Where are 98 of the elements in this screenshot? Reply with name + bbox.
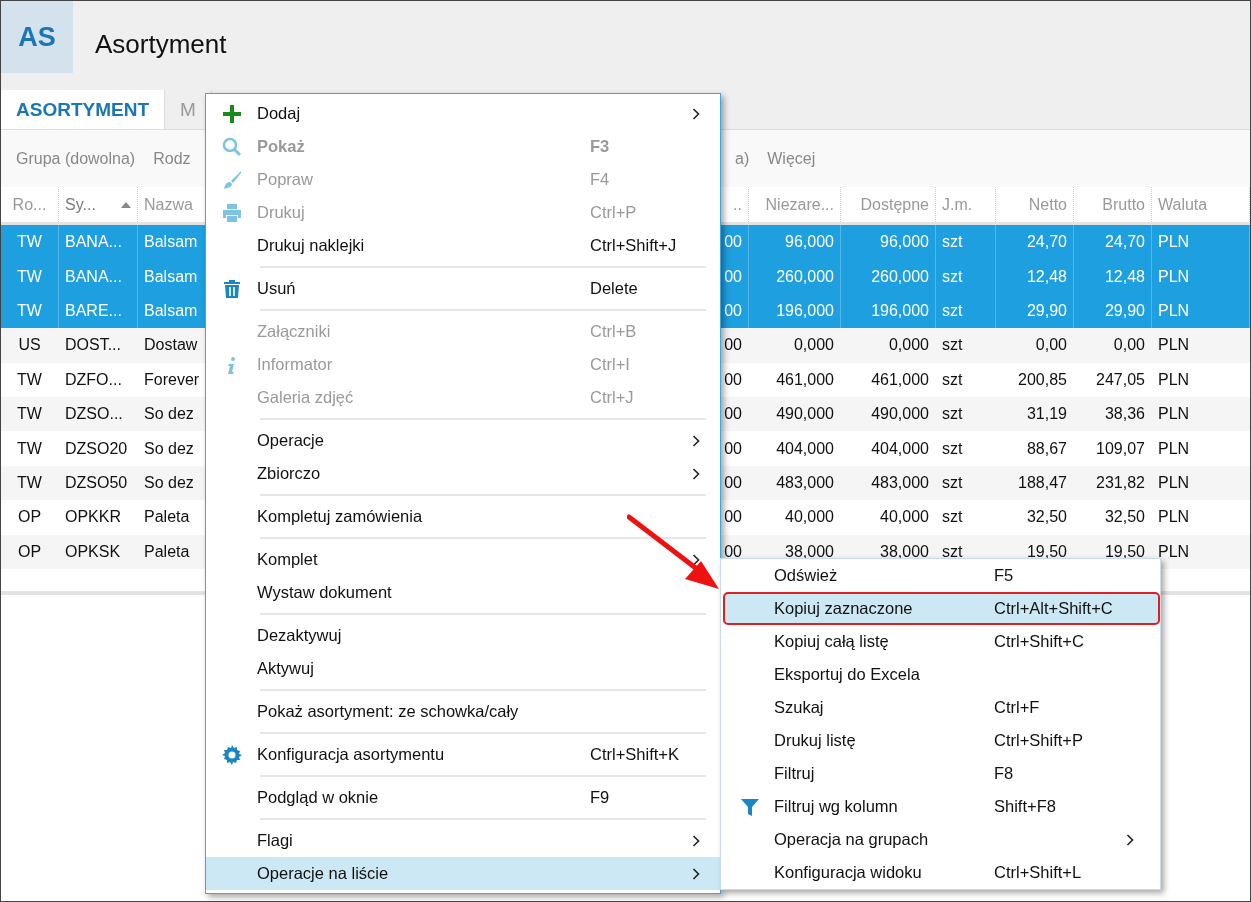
- table-cell-text: OP: [16, 541, 43, 562]
- table-cell-text: OPKKR: [64, 507, 122, 528]
- shortcut-label: Ctrl+B: [590, 322, 638, 341]
- table-cell-text: szt: [941, 404, 964, 425]
- table-cell-text: DZSO50: [64, 472, 129, 493]
- table-cell: TW: [1, 259, 59, 294]
- shortcut-label: Ctrl+Shift+L: [994, 863, 1083, 882]
- table-cell-text: 19,50: [1025, 541, 1068, 562]
- table-cell-text: TW: [16, 404, 43, 425]
- table-cell-text: 38,000: [784, 541, 835, 562]
- table-cell-text: 38,36: [1103, 404, 1146, 425]
- table-cell-text: 461,000: [775, 369, 835, 390]
- table-cell-text: 247,05: [1095, 369, 1146, 390]
- table-cell-text: 32,50: [1103, 507, 1146, 528]
- table-cell-text: 00: [723, 541, 743, 562]
- shortcut-label: Ctrl+J: [590, 388, 635, 407]
- table-cell-text: 188,47: [1017, 472, 1068, 493]
- table-cell-text: 231,82: [1095, 472, 1146, 493]
- app-badge: AS: [1, 1, 73, 73]
- shortcut-label: F3: [590, 137, 611, 156]
- table-cell-text: 404,000: [775, 438, 835, 459]
- table-cell-text: PLN: [1157, 438, 1191, 459]
- shortcut-label: Ctrl+Shift+P: [994, 731, 1084, 750]
- table-cell-text: So dez: [143, 472, 195, 493]
- table-cell-text: Forever: [143, 369, 201, 390]
- table-cell-text: 461,000: [870, 369, 930, 390]
- table-cell-text: 32,50: [1025, 507, 1068, 528]
- table-cell: 12,48: [996, 259, 1074, 294]
- table-cell-text: TW: [16, 369, 43, 390]
- table-cell-text: OP: [16, 507, 43, 528]
- table-cell-text: szt: [941, 541, 964, 562]
- table-cell-text: 0,000: [792, 335, 835, 356]
- shortcut-label: Ctrl+F: [994, 698, 1041, 717]
- shortcut-label: Ctrl+P: [590, 203, 638, 222]
- table-cell-text: 00: [723, 369, 743, 390]
- table-cell: 12,48: [1074, 259, 1152, 294]
- table-cell-text: TW: [16, 472, 43, 493]
- table-cell-text: 40,000: [879, 507, 930, 528]
- shortcut-label: F9: [590, 788, 611, 807]
- table-cell-text: 0,000: [887, 335, 930, 356]
- table-cell-text: 88,67: [1025, 438, 1068, 459]
- table-cell-text: PLN: [1157, 472, 1191, 493]
- table-cell-text: PLN: [1157, 335, 1191, 356]
- table-cell-text: PLN: [1157, 369, 1191, 390]
- table-cell-text: PLN: [1157, 541, 1191, 562]
- table-cell-text: 38,000: [879, 541, 930, 562]
- table-cell-text: szt: [941, 507, 964, 528]
- table-cell-text: DZFO...: [64, 369, 123, 390]
- table-cell-text: 00: [723, 507, 743, 528]
- table-cell-text: 404,000: [870, 438, 930, 459]
- shortcut-label: Ctrl+I: [590, 355, 631, 374]
- table-cell-text: DZSO20: [64, 438, 129, 459]
- shortcut-label: Ctrl+Alt+Shift+C: [994, 599, 1114, 618]
- table-cell-text: 00: [723, 404, 743, 425]
- shortcut-label: Ctrl+Shift+J: [590, 236, 678, 255]
- table-cell-text: DZSO...: [64, 404, 124, 425]
- table-cell-text: 483,000: [775, 472, 835, 493]
- shortcut-label: Delete: [590, 279, 639, 298]
- table-cell: 260,000: [841, 259, 936, 294]
- shortcut-label: F8: [994, 764, 1015, 783]
- table-cell-text: So dez: [143, 404, 195, 425]
- shortcut-label: F4: [590, 170, 611, 189]
- table-cell-text: szt: [941, 472, 964, 493]
- table-cell-text: Paleta: [143, 507, 191, 528]
- table-cell-text: szt: [941, 335, 964, 356]
- window-title: Asortyment: [95, 29, 227, 60]
- table-cell-text: 00: [723, 335, 743, 356]
- table-cell: BANA...: [59, 259, 138, 294]
- shortcut-label: Ctrl+Shift+K: [590, 745, 680, 764]
- table-cell-text: 109,07: [1095, 438, 1146, 459]
- table-cell-text: 0,00: [1034, 335, 1068, 356]
- table-cell-text: PLN: [1157, 404, 1191, 425]
- table-cell-text: TW: [16, 438, 43, 459]
- table-cell-text: 31,19: [1025, 404, 1068, 425]
- table-cell: 260,000: [749, 259, 841, 294]
- table-cell-text: 490,000: [775, 404, 835, 425]
- table-cell-text: szt: [941, 369, 964, 390]
- table-cell-text: US: [17, 335, 42, 356]
- table-cell: szt: [936, 259, 996, 294]
- table-cell-text: 0,00: [1112, 335, 1146, 356]
- table-cell-text: 483,000: [870, 472, 930, 493]
- table-cell-text: 490,000: [870, 404, 930, 425]
- table-cell: PLN: [1152, 259, 1250, 294]
- table-cell-text: DOST...: [64, 335, 122, 356]
- table-cell-text: 200,85: [1017, 369, 1068, 390]
- table-cell-text: So dez: [143, 438, 195, 459]
- table-cell-text: OPKSK: [64, 541, 122, 562]
- table-cell-text: Paleta: [143, 541, 191, 562]
- table-cell-text: 00: [723, 472, 743, 493]
- table-cell-text: Dostaw: [143, 335, 199, 356]
- table-cell-text: 00: [723, 438, 743, 459]
- table-cell-text: 40,000: [784, 507, 835, 528]
- shortcut-label: F5: [994, 566, 1015, 585]
- table-cell-text: 19,50: [1103, 541, 1146, 562]
- shortcut-label: Ctrl+Shift+C: [994, 632, 1085, 651]
- table-cell-text: PLN: [1157, 507, 1191, 528]
- shortcut-label: Shift+F8: [994, 797, 1057, 816]
- table-cell-text: szt: [941, 438, 964, 459]
